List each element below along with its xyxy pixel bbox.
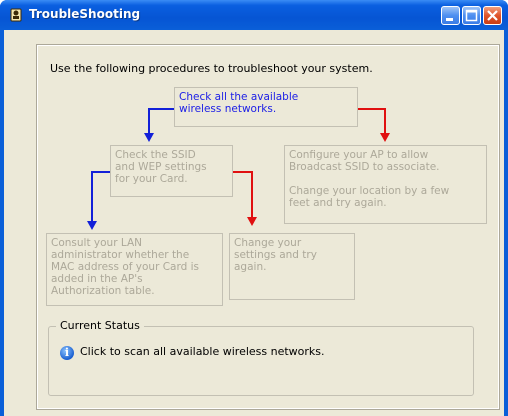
- arrow-head-ssid: [144, 133, 154, 142]
- step-line: Check the SSID: [115, 149, 196, 161]
- step-configure-ap: Configure your AP to allow Broadcast SSI…: [284, 145, 487, 224]
- arrow-ssid-to-admin: [91, 171, 111, 222]
- arrow-networks-to-ssid: [148, 108, 175, 134]
- step-line: settings and try: [234, 249, 317, 261]
- arrow-head-admin: [87, 221, 97, 230]
- step-line: Check all the available: [179, 91, 299, 103]
- troubleshooting-window: TroubleShooting Use the following proced…: [0, 0, 508, 416]
- info-icon[interactable]: i: [60, 346, 74, 360]
- status-message-link[interactable]: Click to scan all available wireless net…: [80, 345, 325, 358]
- step-check-networks: Check all the available wireless network…: [174, 87, 358, 127]
- step-check-ssid: Check the SSID and WEP settings for your…: [110, 145, 233, 197]
- step-line: Authorization table.: [51, 285, 155, 297]
- step-line: Change your: [234, 237, 302, 249]
- step-line: added in the AP's: [51, 273, 143, 285]
- step-line: Change your location by a few: [289, 185, 450, 197]
- arrow-head-settings: [247, 217, 257, 226]
- current-status-group: [48, 326, 474, 396]
- current-status-legend: Current Status: [56, 319, 144, 332]
- step-line: Broadcast SSID to associate.: [289, 161, 440, 173]
- step-line: MAC address of your Card is: [51, 261, 200, 273]
- step-consult-admin: Consult your LAN administrator whether t…: [46, 233, 223, 306]
- step-change-settings: Change your settings and try again.: [229, 233, 355, 300]
- step-line: wireless networks.: [179, 103, 277, 115]
- step-line: Consult your LAN: [51, 237, 142, 249]
- step-line: administrator whether the: [51, 249, 190, 261]
- step-line: for your Card.: [115, 173, 188, 185]
- arrow-networks-to-configure: [357, 108, 386, 134]
- step-line: feet and try again.: [289, 197, 387, 209]
- step-line: Configure your AP to allow: [289, 149, 429, 161]
- arrow-head-configure: [380, 133, 390, 142]
- step-line: and WEP settings: [115, 161, 207, 173]
- step-line: again.: [234, 261, 267, 273]
- step-spacer: [289, 173, 482, 185]
- arrow-ssid-to-settings: [232, 171, 253, 218]
